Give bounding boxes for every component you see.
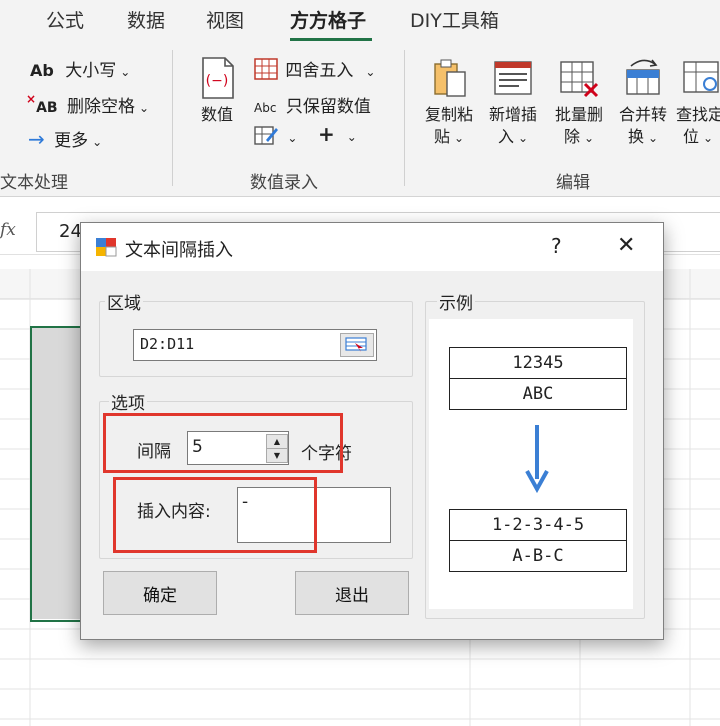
highlight-interval [103, 413, 343, 473]
find-locate-label: 查找定 [676, 105, 720, 124]
insert-label-2: 入 [497, 127, 514, 146]
chevron-down-icon: ⌄ [702, 131, 714, 145]
delete-grid-icon [560, 61, 599, 98]
find-grid-icon [683, 61, 719, 93]
chevron-down-icon: ⌄ [365, 65, 376, 79]
chevron-down-icon: ⌄ [92, 135, 103, 149]
range-picker-button[interactable] [340, 333, 374, 357]
example-before-cell: 12345 [449, 347, 627, 379]
find-locate-button[interactable]: 查找定 位 ⌄ [676, 56, 720, 149]
keep-value-label: 只保留数值 [285, 97, 371, 117]
range-group-title: 区域 [105, 289, 143, 314]
insert-button[interactable]: 新增插 入 ⌄ [482, 56, 544, 149]
batch-delete-label-2: 除 [563, 127, 580, 146]
range-input[interactable]: D2:D11 [133, 329, 377, 361]
merge-convert-label-2: 换 [627, 127, 644, 146]
plus-icon: + [318, 122, 335, 146]
tab-diy-toolbox[interactable]: DIY工具箱 [410, 6, 499, 33]
group-label-text: 文本处理 [0, 173, 68, 193]
highlight-insert-content [113, 477, 317, 553]
group-label-edit: 编辑 [556, 173, 590, 193]
clipboard-icon [434, 59, 466, 97]
example-after-cell: 1-2-3-4-5 [449, 509, 627, 541]
range-select-icon [345, 337, 367, 352]
arrow-down-icon [525, 425, 549, 493]
keep-value-button[interactable]: Abc 只保留数值 [254, 92, 371, 117]
merge-convert-button[interactable]: 合并转 换 ⌄ [612, 56, 674, 149]
insert-label: 新增插 [488, 105, 537, 124]
ok-button[interactable]: 确定 [103, 571, 217, 615]
copy-paste-label-2: 贴 [433, 127, 450, 146]
example-preview: 12345 ABC 1-2-3-4-5 A-B-C [429, 319, 633, 609]
app-icon [96, 238, 117, 257]
value-doc-icon: (−) [202, 57, 234, 99]
copy-paste-button[interactable]: 复制粘 贴 ⌄ [418, 56, 480, 149]
options-group-title: 选项 [109, 389, 147, 414]
active-tab-indicator [290, 38, 372, 41]
find-locate-label-2: 位 [682, 127, 699, 146]
chevron-down-icon: ⌄ [138, 101, 150, 115]
round-button[interactable]: 四舍五入 ⌄ [254, 56, 375, 81]
plus-button[interactable]: + ⌄ [318, 122, 357, 146]
help-button[interactable]: ? [551, 234, 562, 258]
chevron-down-icon: ⌄ [517, 131, 529, 145]
group-label-number: 数值录入 [250, 173, 318, 193]
case-button[interactable]: Ab 大小写 ⌄ [30, 56, 130, 81]
delete-space-icon: ×AB [26, 92, 58, 116]
dialog-titlebar[interactable]: 文本间隔插入 ? ✕ [81, 223, 663, 271]
delete-space-label: 删除空格 [66, 97, 135, 117]
example-group-title: 示例 [437, 289, 475, 314]
chevron-down-icon: ⌄ [287, 131, 298, 145]
round-grid-icon [254, 58, 278, 80]
tab-view[interactable]: 视图 [206, 6, 244, 33]
arrow-right-icon: → [28, 127, 45, 151]
case-label: 大小写 [65, 61, 117, 81]
example-after-cell: A-B-C [449, 540, 627, 572]
svg-text:(−): (−) [206, 73, 229, 89]
chevron-down-icon: ⌄ [346, 130, 357, 144]
tab-fangfang[interactable]: 方方格子 [290, 6, 366, 33]
close-button[interactable]: ✕ [617, 233, 635, 258]
value-label: 数值 [200, 105, 233, 124]
ribbon: 公式 数据 视图 方方格子 DIY工具箱 Ab 大小写 ⌄ ×AB 删除空格 ⌄ →… [0, 0, 720, 197]
chevron-down-icon: ⌄ [453, 131, 465, 145]
case-icon: Ab [30, 61, 54, 80]
copy-paste-label: 复制粘 [424, 105, 473, 124]
group-separator [404, 50, 405, 186]
more-button[interactable]: → 更多 ⌄ [28, 126, 102, 151]
merge-convert-label: 合并转 [618, 105, 667, 124]
edit-grid-icon [254, 126, 278, 145]
tab-formulas[interactable]: 公式 [46, 6, 84, 33]
merge-convert-icon [626, 59, 660, 95]
batch-delete-label: 批量删 [554, 105, 603, 124]
fx-icon[interactable]: fx [0, 220, 16, 240]
chevron-down-icon: ⌄ [647, 131, 659, 145]
chevron-down-icon: ⌄ [120, 65, 131, 79]
delete-space-button[interactable]: ×AB 删除空格 ⌄ [26, 92, 149, 117]
batch-delete-button[interactable]: 批量删 除 ⌄ [548, 56, 610, 149]
round-label: 四舍五入 [285, 61, 354, 81]
range-value: D2:D11 [140, 335, 195, 353]
tab-data[interactable]: 数据 [127, 6, 165, 33]
formula-value: 24 [59, 221, 82, 242]
value-button[interactable]: (−) 数值 [186, 56, 248, 126]
more-label: 更多 [54, 131, 89, 151]
keep-value-icon: Abc [254, 101, 277, 115]
fill-edit-button[interactable]: ⌄ [254, 124, 297, 147]
example-before-cell: ABC [449, 378, 627, 410]
dialog-title: 文本间隔插入 [125, 240, 233, 261]
insert-rows-icon [494, 61, 532, 95]
text-interval-insert-dialog: 文本间隔插入 ? ✕ 区域 D2:D11 选项 间隔 5 ▲ ▼ 个字符 插入内… [80, 222, 664, 640]
group-separator [172, 50, 173, 186]
chevron-down-icon: ⌄ [583, 131, 595, 145]
exit-button[interactable]: 退出 [295, 571, 409, 615]
